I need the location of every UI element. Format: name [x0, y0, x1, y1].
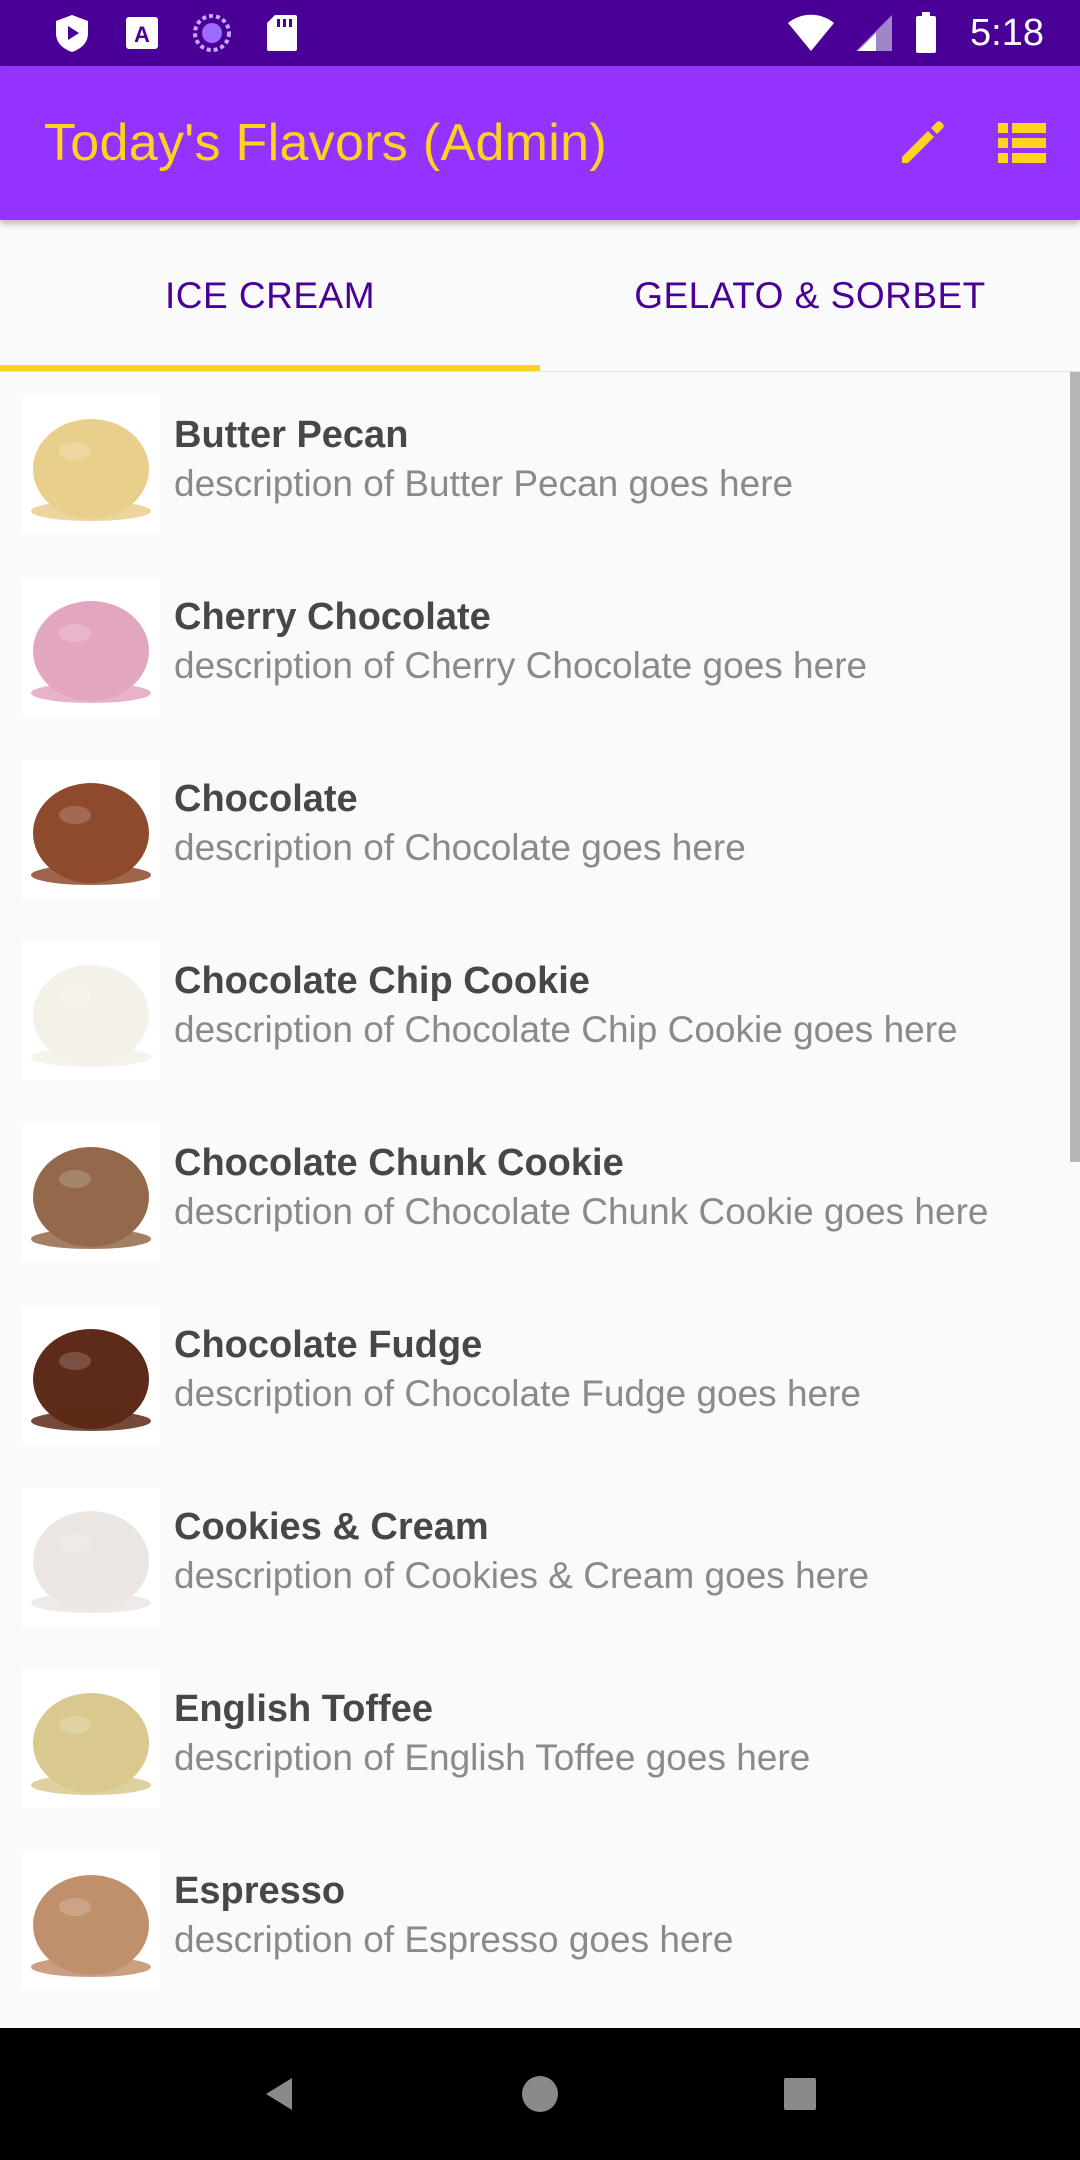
flavor-list[interactable]: Butter Pecan description of Butter Pecan … — [0, 372, 1080, 2028]
battery-icon — [912, 12, 940, 53]
play-protect-icon — [52, 13, 92, 53]
flavor-name: Cherry Chocolate — [174, 596, 491, 638]
list-item[interactable]: Espresso description of Espresso goes her… — [0, 1828, 1080, 2010]
svg-text:A: A — [134, 22, 150, 47]
app-title: Today's Flavors (Admin) — [44, 114, 607, 172]
tab-bar: ICE CREAM GELATO & SORBET — [0, 220, 1080, 372]
navigation-bar — [0, 2028, 1080, 2160]
flavor-name: Cookies & Cream — [174, 1506, 489, 1548]
a-badge-icon: A — [122, 13, 162, 53]
tab-gelato-sorbet[interactable]: GELATO & SORBET — [540, 220, 1080, 371]
list-item[interactable]: Chocolate Chip Cookie description of Choc… — [0, 918, 1080, 1100]
flavor-image — [22, 1124, 160, 1262]
flavor-image — [22, 760, 160, 898]
flavor-name: Chocolate Chunk Cookie — [174, 1142, 624, 1184]
list-item[interactable]: Butter Pecan description of Butter Pecan … — [0, 372, 1080, 554]
recents-icon[interactable] — [760, 2054, 840, 2134]
sync-circle-icon — [192, 13, 232, 53]
tab-ice-cream[interactable]: ICE CREAM — [0, 220, 540, 371]
flavor-name: Butter Pecan — [174, 414, 409, 456]
flavor-image — [22, 1852, 160, 1990]
wifi-icon — [786, 13, 836, 53]
flavor-description: description of Espresso goes here — [174, 1919, 734, 1960]
flavor-name: Espresso — [174, 1870, 346, 1912]
flavor-description: description of Chocolate Fudge goes here — [174, 1373, 861, 1414]
list-item[interactable]: Chocolate description of Chocolate goes h… — [0, 736, 1080, 918]
edit-icon[interactable] — [890, 111, 954, 175]
flavor-name: English Toffee — [174, 1688, 433, 1730]
scrollbar[interactable] — [1070, 372, 1080, 1162]
flavor-description: description of Chocolate Chip Cookie goe… — [174, 1009, 958, 1050]
list-item[interactable]: Chocolate Chunk Cookie description of Cho… — [0, 1100, 1080, 1282]
flavor-description: description of Butter Pecan goes here — [174, 463, 794, 504]
flavor-name: Chocolate Fudge — [174, 1324, 483, 1366]
flavor-image — [22, 578, 160, 716]
home-icon[interactable] — [500, 2054, 580, 2134]
flavor-image — [22, 396, 160, 534]
flavor-image — [22, 1670, 160, 1808]
status-time: 5:18 — [970, 11, 1044, 54]
back-icon[interactable] — [240, 2054, 320, 2134]
flavor-description: description of Chocolate Chunk Cookie go… — [174, 1191, 989, 1232]
flavor-description: description of English Toffee goes here — [174, 1737, 811, 1778]
flavor-image — [22, 1488, 160, 1626]
status-bar: A 5:18 — [0, 0, 1080, 66]
list-item[interactable]: Cherry Chocolate description of Cherry Ch… — [0, 554, 1080, 736]
app-bar: Today's Flavors (Admin) — [0, 66, 1080, 220]
flavor-description: description of Chocolate goes here — [174, 827, 746, 868]
list-item[interactable]: English Toffee description of English Tof… — [0, 1646, 1080, 1828]
list-item[interactable]: Chocolate Fudge description of Chocolate … — [0, 1282, 1080, 1464]
flavor-description: description of Cherry Chocolate goes her… — [174, 645, 868, 686]
flavor-name: Chocolate Chip Cookie — [174, 960, 590, 1002]
list-icon[interactable] — [990, 111, 1054, 175]
signal-icon — [854, 13, 894, 53]
flavor-description: description of Cookies & Cream goes here — [174, 1555, 870, 1596]
flavor-image — [22, 942, 160, 1080]
flavor-image — [22, 1306, 160, 1444]
sd-card-icon — [262, 13, 302, 53]
list-item[interactable]: Cookies & Cream description of Cookies & … — [0, 1464, 1080, 1646]
flavor-name: Chocolate — [174, 778, 358, 820]
